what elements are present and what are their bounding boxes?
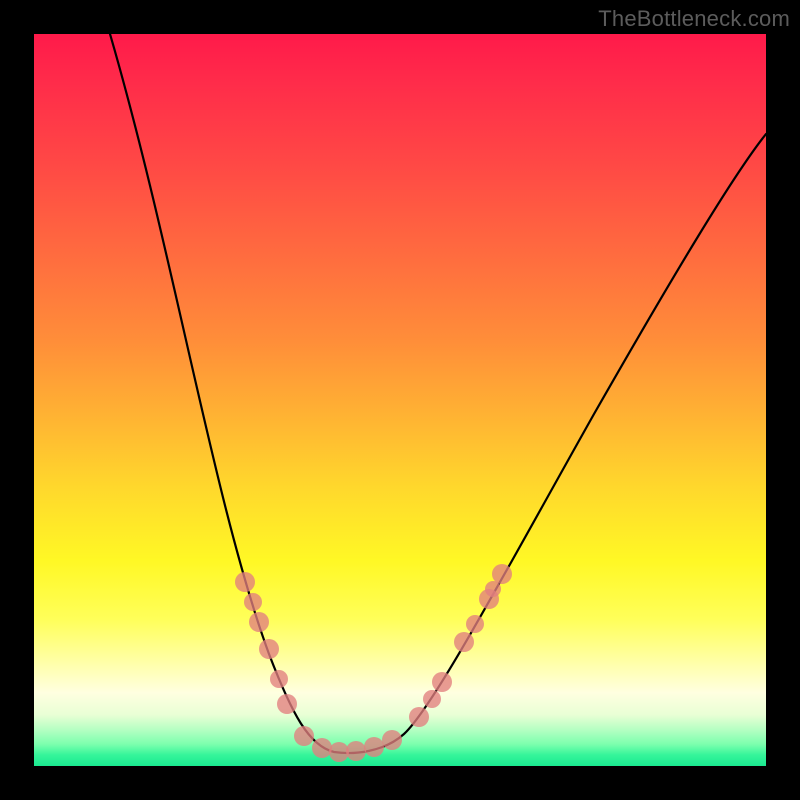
curve-marker: [329, 742, 349, 762]
curve-marker: [244, 593, 262, 611]
marker-layer: [235, 564, 512, 762]
curve-marker: [235, 572, 255, 592]
outer-frame: TheBottleneck.com: [0, 0, 800, 800]
curve-marker: [423, 690, 441, 708]
curve-marker: [277, 694, 297, 714]
watermark-text: TheBottleneck.com: [598, 6, 790, 32]
curve-marker: [466, 615, 484, 633]
curve-marker: [270, 670, 288, 688]
curve-marker: [492, 564, 512, 584]
curve-marker: [364, 737, 384, 757]
plot-area: [34, 34, 766, 766]
curve-svg: [34, 34, 766, 766]
curve-marker: [294, 726, 314, 746]
curve-marker: [249, 612, 269, 632]
curve-marker: [346, 741, 366, 761]
curve-marker: [312, 738, 332, 758]
curve-marker: [382, 730, 402, 750]
curve-marker: [454, 632, 474, 652]
curve-marker: [259, 639, 279, 659]
curve-marker: [432, 672, 452, 692]
curve-marker: [409, 707, 429, 727]
bottleneck-curve: [110, 34, 766, 753]
